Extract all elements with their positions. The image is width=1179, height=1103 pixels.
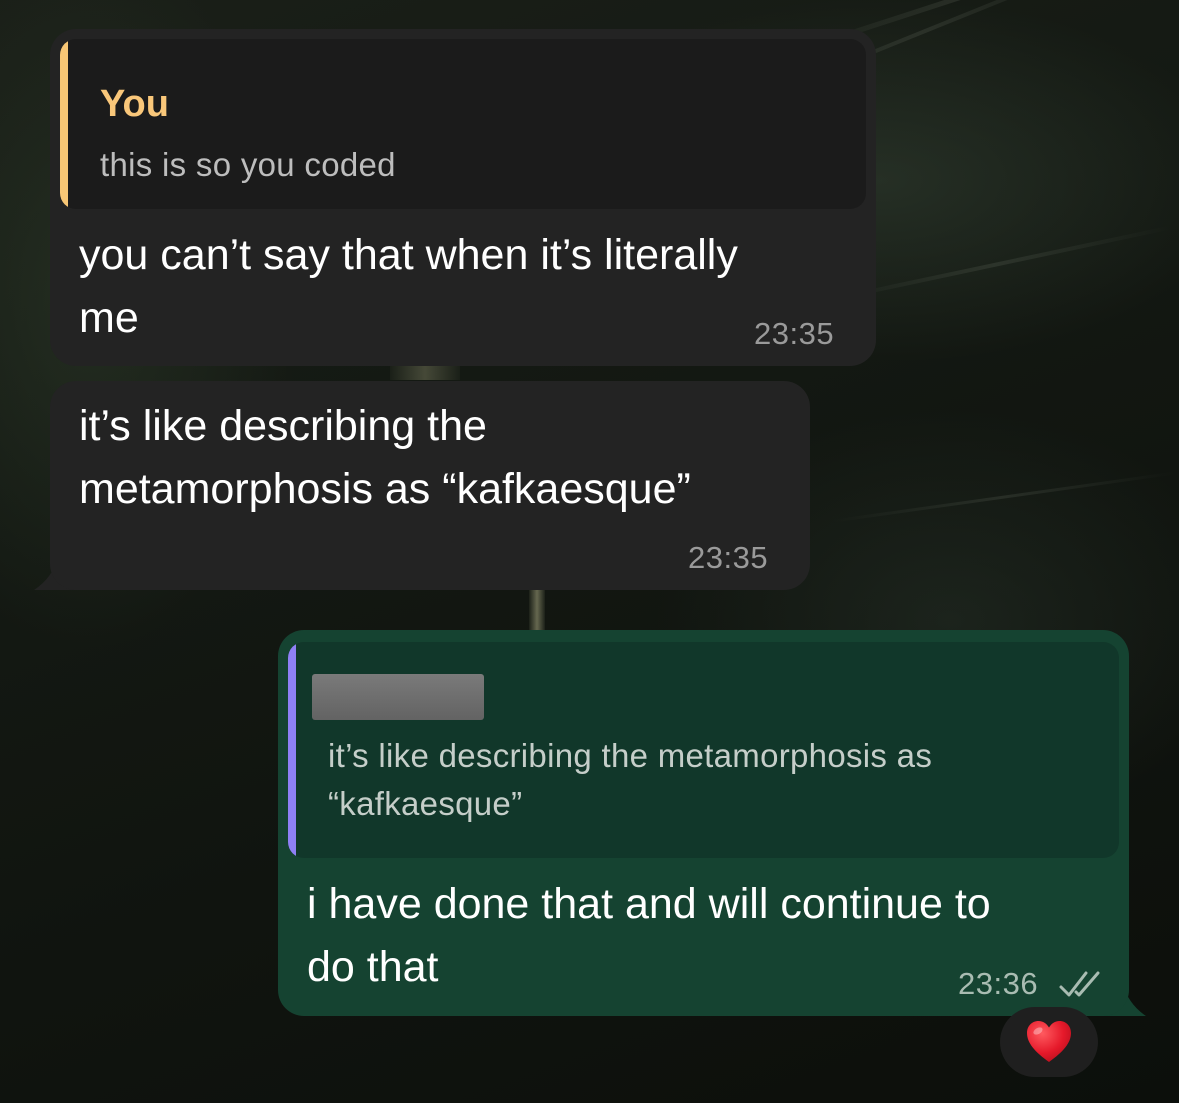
reply-author: You xyxy=(100,83,169,125)
background-plant-stalk xyxy=(390,366,460,380)
reply-text-line: “kafkaesque” xyxy=(328,785,523,822)
message-text-line: you can’t say that when it’s literally xyxy=(79,231,738,279)
message-timestamp: 23:36 xyxy=(958,966,1039,1001)
message-bubble-outgoing[interactable]: it’s like describing the metamorphosis a… xyxy=(278,630,1129,1016)
reaction-badge[interactable] xyxy=(1000,1007,1098,1077)
reply-text-line: it’s like describing the metamorphosis a… xyxy=(328,737,933,774)
message-timestamp: 23:35 xyxy=(754,316,835,351)
message-bubble-incoming[interactable]: You this is so you coded you can’t say t… xyxy=(50,29,876,366)
redacted-author-name xyxy=(312,674,484,720)
message-timestamp: 23:35 xyxy=(688,540,769,575)
background-streak xyxy=(829,471,1177,523)
message-text-line: do that xyxy=(307,943,439,991)
message-bubble-incoming[interactable]: it’s like describing the metamorphosis a… xyxy=(50,381,810,590)
message-text-line: me xyxy=(79,294,139,342)
reply-quote-bar xyxy=(60,39,68,209)
reply-quote-bar xyxy=(288,642,296,858)
reply-quote[interactable]: You this is so you coded xyxy=(60,39,866,209)
red-heart-icon xyxy=(1027,1021,1071,1062)
message-text-line: i have done that and will continue to xyxy=(307,880,991,928)
reply-text: this is so you coded xyxy=(100,146,396,183)
message-text-line: metamorphosis as “kafkaesque” xyxy=(79,465,691,513)
read-double-check-icon xyxy=(1059,971,1100,997)
reply-quote[interactable]: it’s like describing the metamorphosis a… xyxy=(288,642,1119,858)
message-text-line: it’s like describing the xyxy=(79,402,487,450)
